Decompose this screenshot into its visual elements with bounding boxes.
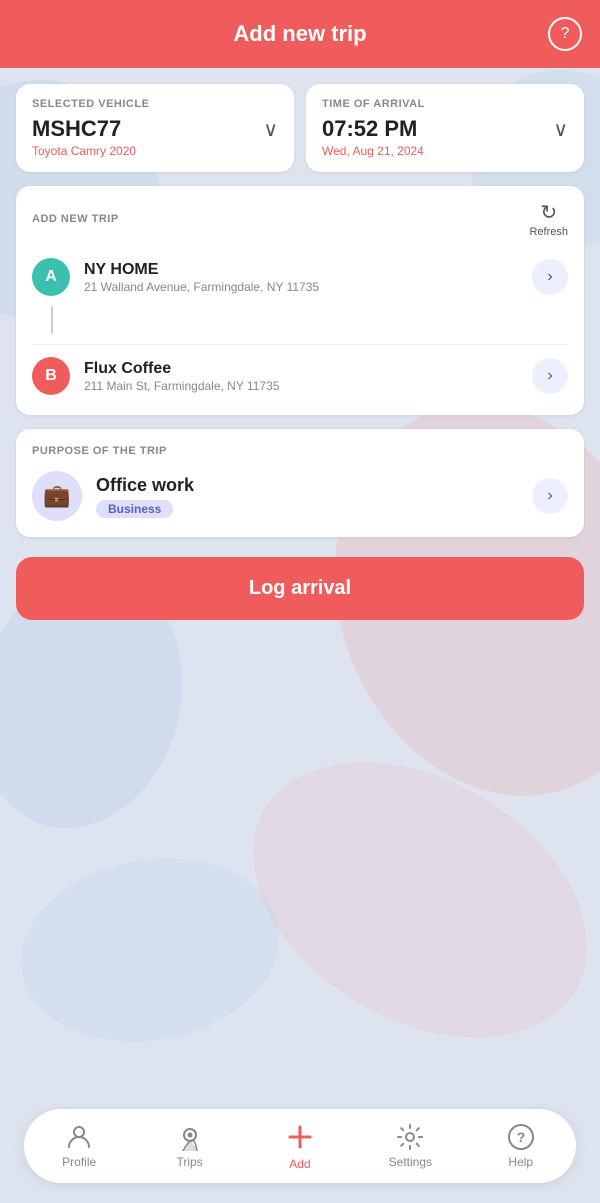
main-content: SELECTED VEHICLE MSHC77 ∨ Toyota Camry 2… [0, 68, 600, 640]
vehicle-value: MSHC77 [32, 116, 121, 142]
profile-icon [65, 1123, 93, 1151]
nav-label-settings: Settings [389, 1155, 432, 1169]
origin-name: NY HOME [84, 261, 518, 279]
arrival-card[interactable]: TIME OF ARRIVAL 07:52 PM ∨ Wed, Aug 21, … [306, 84, 584, 172]
arrival-value: 07:52 PM [322, 116, 417, 142]
purpose-card[interactable]: PURPOSE OF THE TRIP 💼 Office work Busine… [16, 429, 584, 537]
trip-card: ADD NEW TRIP ↻ Refresh A NY HOME 21 Wall… [16, 186, 584, 415]
arrival-label: TIME OF ARRIVAL [322, 98, 568, 110]
destination-name: Flux Coffee [84, 360, 518, 378]
nav-item-trips[interactable]: Trips [160, 1123, 220, 1169]
refresh-icon: ↻ [540, 200, 557, 225]
origin-address: 21 Walland Avenue, Farmingdale, NY 11735 [84, 280, 518, 294]
origin-circle-letter: A [45, 268, 57, 286]
destination-circle-letter: B [45, 367, 57, 385]
purpose-content: 💼 Office work Business › [32, 471, 568, 521]
destination-address: 211 Main St, Farmingdale, NY 11735 [84, 379, 518, 393]
purpose-name: Office work [96, 475, 518, 496]
origin-item: A NY HOME 21 Walland Avenue, Farmingdale… [32, 252, 568, 302]
nav-item-settings[interactable]: Settings [380, 1123, 440, 1169]
log-arrival-button[interactable]: Log arrival [16, 557, 584, 620]
destination-item: B Flux Coffee 211 Main St, Farmingdale, … [32, 351, 568, 401]
help-nav-icon: ? [507, 1123, 535, 1151]
nav-label-add: Add [289, 1157, 310, 1171]
nav-label-help: Help [508, 1155, 533, 1169]
nav-label-profile: Profile [62, 1155, 96, 1169]
purpose-text: Office work Business [96, 475, 518, 518]
trip-section-label: ADD NEW TRIP [32, 213, 119, 225]
vehicle-card[interactable]: SELECTED VEHICLE MSHC77 ∨ Toyota Camry 2… [16, 84, 294, 172]
purpose-detail-button[interactable]: › [532, 478, 568, 514]
cards-row: SELECTED VEHICLE MSHC77 ∨ Toyota Camry 2… [16, 84, 584, 172]
refresh-button[interactable]: ↻ Refresh [529, 200, 568, 238]
purpose-label: PURPOSE OF THE TRIP [32, 445, 568, 457]
svg-text:?: ? [516, 1129, 525, 1145]
vehicle-sub: Toyota Camry 2020 [32, 144, 278, 158]
trip-card-header: ADD NEW TRIP ↻ Refresh [32, 200, 568, 238]
vehicle-chevron-icon: ∨ [263, 117, 278, 142]
vehicle-label: SELECTED VEHICLE [32, 98, 278, 110]
help-icon: ? [561, 25, 570, 43]
destination-detail-button[interactable]: › [532, 358, 568, 394]
purpose-icon: 💼 [43, 483, 70, 509]
destination-circle: B [32, 357, 70, 395]
add-icon [284, 1121, 316, 1153]
help-button[interactable]: ? [548, 17, 582, 51]
nav-label-trips: Trips [176, 1155, 202, 1169]
destination-text: Flux Coffee 211 Main St, Farmingdale, NY… [84, 360, 518, 393]
bottom-nav: Profile Trips Add Settings ? Help [24, 1109, 576, 1183]
vehicle-value-row: MSHC77 ∨ [32, 116, 278, 142]
arrival-sub: Wed, Aug 21, 2024 [322, 144, 568, 158]
header: Add new trip ? [0, 0, 600, 68]
trips-icon [176, 1123, 204, 1151]
route-separator [32, 344, 568, 345]
nav-item-help[interactable]: ? Help [491, 1123, 551, 1169]
origin-circle: A [32, 258, 70, 296]
nav-item-profile[interactable]: Profile [49, 1123, 109, 1169]
arrival-value-row: 07:52 PM ∨ [322, 116, 568, 142]
route-line [51, 306, 53, 334]
origin-text: NY HOME 21 Walland Avenue, Farmingdale, … [84, 261, 518, 294]
arrival-chevron-icon: ∨ [553, 117, 568, 142]
route-connector [32, 302, 568, 338]
purpose-badge: Business [96, 500, 173, 518]
page-title: Add new trip [233, 21, 366, 47]
purpose-icon-bg: 💼 [32, 471, 82, 521]
refresh-label: Refresh [529, 226, 568, 238]
origin-detail-button[interactable]: › [532, 259, 568, 295]
settings-icon [396, 1123, 424, 1151]
nav-item-add[interactable]: Add [270, 1121, 330, 1171]
